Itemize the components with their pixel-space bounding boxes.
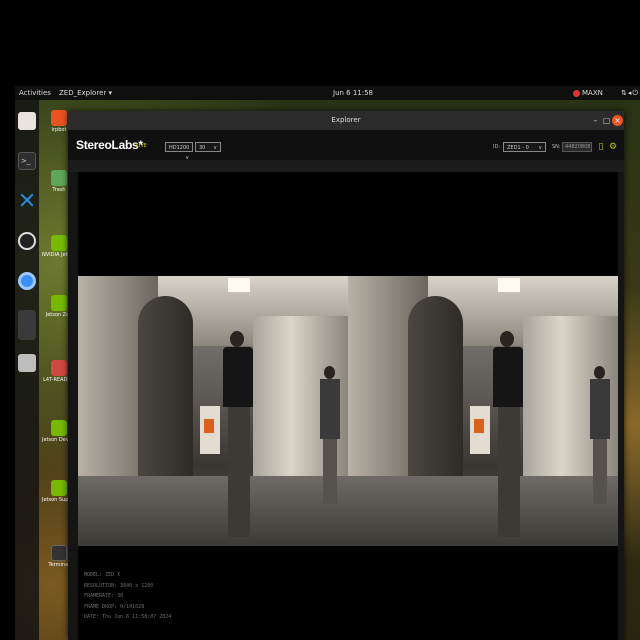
scene-person-background (588, 366, 612, 506)
person-head (594, 366, 605, 379)
minimize-button[interactable]: – (590, 115, 601, 126)
record-icon[interactable]: ▯ (596, 142, 606, 152)
stereo-video-feed (78, 276, 618, 546)
info-date: DATE: Thu Jun 6 11:58:07 2024 (84, 614, 172, 620)
sn-label: SN: (552, 144, 561, 150)
disk-icon[interactable] (18, 354, 36, 372)
info-framerate: FRAMERATE: 30 (84, 593, 124, 599)
camera-info-panel: MODEL: ZED X RESOLUTION: 3840 x 1200 FRA… (84, 570, 171, 623)
app-menu[interactable]: ZED_Explorer ▾ (59, 89, 112, 97)
person-legs (323, 439, 337, 504)
top-bar: Activities ZED_Explorer ▾ Jun 6 11:58 MA… (15, 86, 640, 100)
bag-print (204, 419, 214, 433)
home-folder-icon (51, 110, 67, 126)
nvidia-icon (51, 295, 67, 311)
scene-person (200, 331, 258, 541)
power-mode-label: MAXN (582, 89, 603, 97)
video-viewer: MODEL: ZED X RESOLUTION: 3840 x 1200 FRA… (78, 172, 618, 640)
terminal-icon (51, 545, 67, 561)
bag-print (474, 419, 484, 433)
settings-gear-icon[interactable]: ⚙ (608, 142, 618, 152)
nvidia-icon (51, 235, 67, 251)
person-torso (223, 347, 253, 407)
person-body (320, 379, 340, 439)
scene-person (470, 331, 528, 541)
scene-light (498, 278, 520, 292)
network-icon: ⇅ (621, 89, 628, 97)
right-camera-frame (348, 276, 618, 546)
fps-select[interactable]: 30 ∨ (195, 142, 221, 152)
trash-icon (51, 170, 67, 186)
window-titlebar[interactable]: Explorer – ▢ × (68, 111, 624, 130)
resolution-select[interactable]: HD1200 ∨ (165, 142, 193, 161)
fps-value: 30 (199, 145, 206, 151)
live-indicator: LIVE (136, 143, 147, 149)
stereolabs-logo: StereoLabs* (76, 138, 143, 152)
nvidia-icon (573, 89, 580, 97)
person-body (590, 379, 610, 439)
person-head (230, 331, 244, 347)
info-frame-drop: FRAME DROP: 0/101028 (84, 603, 145, 610)
nvidia-icon (51, 420, 67, 436)
scene-archway (408, 296, 463, 496)
vscode-icon[interactable]: ⨉ (18, 192, 36, 210)
close-button[interactable]: × (612, 115, 623, 126)
resolution-value: HD1200 (169, 145, 190, 151)
chevron-down-icon: ∨ (213, 145, 217, 151)
info-resolution: RESOLUTION: 3840 x 1200 (84, 582, 154, 589)
camera-select-value: ZED1 - 0 (507, 145, 529, 151)
clock[interactable]: Jun 6 11:58 (333, 89, 373, 97)
obs-icon[interactable] (18, 232, 36, 250)
scene-archway (138, 296, 193, 496)
scene-floor (348, 476, 618, 546)
person-head (324, 366, 335, 379)
person-legs (228, 407, 250, 537)
id-label: ID: (493, 144, 501, 150)
chromium-icon[interactable] (18, 272, 36, 290)
person-torso (493, 347, 523, 407)
scene-person-background (318, 366, 342, 506)
scene-light (228, 278, 250, 292)
scene-floor (78, 476, 348, 546)
person-legs (593, 439, 607, 504)
power-mode-indicator[interactable]: MAXN (573, 89, 603, 97)
person-legs (498, 407, 520, 537)
chevron-down-icon: ∨ (538, 145, 542, 151)
toolbar-separator (68, 160, 624, 172)
folder-icon (51, 360, 67, 376)
camera-select[interactable]: ZED1 - 0 ∨ (503, 142, 546, 152)
blank-app-icon[interactable] (18, 310, 36, 340)
explorer-window: Explorer – ▢ × StereoLabs* LIVE HD1200 ∨ … (68, 111, 624, 640)
left-camera-frame (78, 276, 348, 546)
dock: >_ ⨉ (15, 100, 39, 640)
terminal-icon[interactable]: >_ (18, 152, 36, 170)
info-model: MODEL: ZED X (84, 572, 121, 578)
files-icon[interactable] (18, 112, 36, 130)
activities-button[interactable]: Activities (19, 89, 51, 97)
person-head (500, 331, 514, 347)
window-title: Explorer (331, 116, 361, 124)
screen: Activities ZED_Explorer ▾ Jun 6 11:58 MA… (0, 0, 640, 640)
explorer-toolbar: StereoLabs* LIVE HD1200 ∨ 30 ∨ ID: ZED1 - … (68, 130, 624, 161)
power-icon: ⏻ (632, 89, 639, 97)
nvidia-icon (51, 480, 67, 496)
system-tray[interactable]: ⇅◂⏻ (621, 89, 639, 98)
maximize-button[interactable]: ▢ (601, 115, 612, 126)
serial-number-field[interactable]: 44820808 (562, 142, 592, 152)
